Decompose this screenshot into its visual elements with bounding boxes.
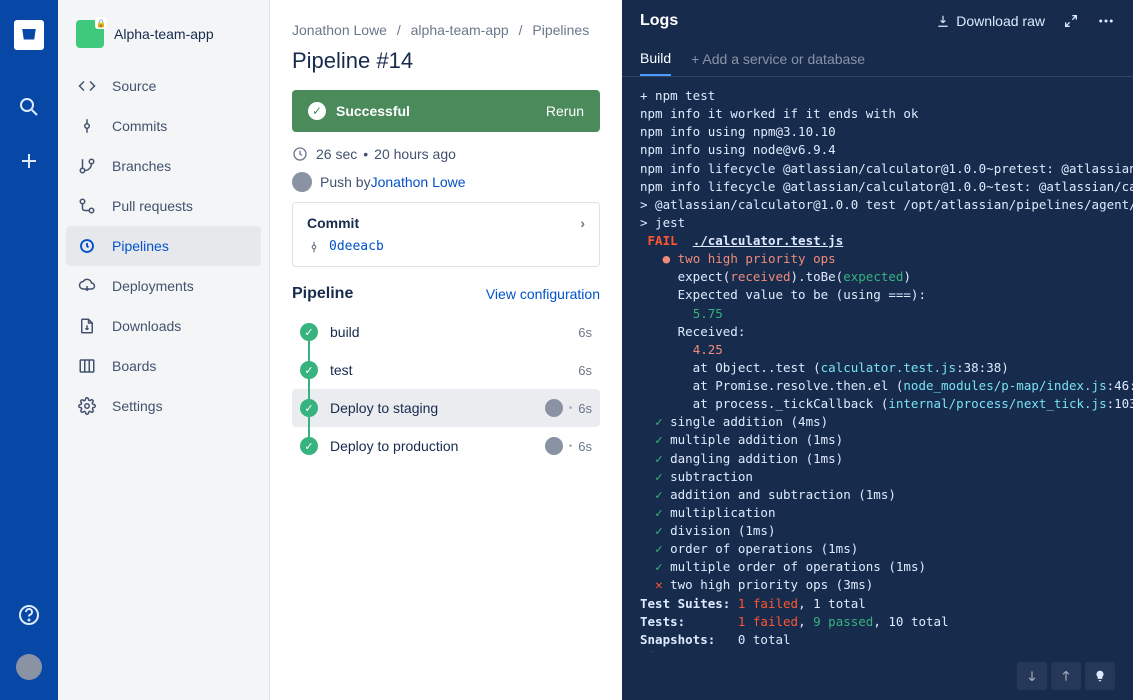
step-name: Deploy to staging — [330, 400, 545, 416]
search-icon[interactable] — [17, 95, 41, 119]
status-bar: ✓ Successful Rerun — [292, 90, 600, 132]
commit-icon — [307, 240, 321, 254]
profile-avatar[interactable] — [16, 654, 42, 680]
clock-icon — [292, 146, 308, 162]
logs-panel: Logs Download raw Build + Add a service … — [622, 0, 1133, 700]
sidebar-item-branches[interactable]: Branches — [58, 146, 269, 186]
expand-icon[interactable] — [1063, 13, 1079, 29]
step-name: build — [330, 324, 578, 340]
chevron-right-icon[interactable]: › — [580, 215, 585, 231]
log-output[interactable]: + npm testnpm info it worked if it ends … — [622, 77, 1133, 652]
lock-badge-icon: 🔒 — [95, 17, 107, 29]
download-raw-button[interactable]: Download raw — [936, 13, 1045, 29]
step-name: Deploy to production — [330, 438, 545, 454]
status-text: Successful — [336, 103, 410, 119]
bulb-button[interactable] — [1085, 662, 1115, 690]
help-icon[interactable] — [17, 603, 41, 627]
sidebar-item-label: Downloads — [112, 318, 181, 334]
author-link[interactable]: Jonathon Lowe — [371, 174, 466, 190]
pipeline-step[interactable]: ✓ test6s — [292, 351, 600, 389]
pull-requests-icon — [76, 195, 98, 217]
downloads-icon — [76, 315, 98, 337]
project-name: Alpha-team-app — [114, 26, 214, 42]
pipeline-steps: ✓build6s✓test6s✓Deploy to staging•6s✓Dep… — [292, 313, 600, 465]
sidebar-item-label: Pipelines — [112, 238, 169, 254]
commit-hash[interactable]: 0deeacb — [329, 239, 384, 254]
commit-card: Commit › 0deeacb — [292, 202, 600, 267]
commit-heading: Commit — [307, 215, 359, 231]
push-by-label: Push by — [320, 174, 371, 190]
add-service-link[interactable]: + Add a service or database — [691, 51, 865, 67]
pipelines-icon — [76, 235, 98, 257]
scroll-up-button[interactable] — [1051, 662, 1081, 690]
project-header[interactable]: 🔒 Alpha-team-app — [58, 20, 269, 66]
step-time: 6s — [578, 325, 592, 340]
step-avatar — [545, 399, 563, 417]
more-icon[interactable] — [1097, 12, 1115, 30]
pipeline-heading: Pipeline — [292, 285, 353, 303]
sidebar-item-label: Pull requests — [112, 198, 193, 214]
pipeline-detail: Jonathon Lowe / alpha-team-app / Pipelin… — [270, 0, 622, 700]
success-check-icon: ✓ — [308, 102, 326, 120]
step-time: 6s — [578, 401, 592, 416]
boards-icon — [76, 355, 98, 377]
step-time: 6s — [578, 363, 592, 378]
step-name: test — [330, 362, 578, 378]
step-success-icon: ✓ — [300, 437, 318, 455]
bitbucket-logo[interactable] — [14, 20, 44, 50]
tab-build[interactable]: Build — [640, 42, 671, 76]
sidebar-item-label: Boards — [112, 358, 156, 374]
scroll-down-button[interactable] — [1017, 662, 1047, 690]
source-icon — [76, 75, 98, 97]
sidebar-item-label: Settings — [112, 398, 163, 414]
download-icon — [936, 14, 950, 28]
sidebar-item-commits[interactable]: Commits — [58, 106, 269, 146]
duration-text: 26 sec — [316, 146, 357, 162]
settings-icon — [76, 395, 98, 417]
step-success-icon: ✓ — [300, 361, 318, 379]
sidebar-item-boards[interactable]: Boards — [58, 346, 269, 386]
commits-icon — [76, 115, 98, 137]
branches-icon — [76, 155, 98, 177]
deployments-icon — [76, 275, 98, 297]
pipeline-step[interactable]: ✓ build6s — [292, 313, 600, 351]
sidebar-item-label: Source — [112, 78, 156, 94]
breadcrumb-repo[interactable]: alpha-team-app — [411, 22, 509, 38]
rerun-button[interactable]: Rerun — [546, 103, 584, 119]
pipeline-step[interactable]: ✓Deploy to production•6s — [292, 427, 600, 465]
breadcrumb-section[interactable]: Pipelines — [532, 22, 589, 38]
project-sidebar: 🔒 Alpha-team-app Source Commits Branches Pu… — [58, 0, 270, 700]
duration-row: 26 sec • 20 hours ago — [292, 146, 600, 162]
step-avatar — [545, 437, 563, 455]
step-time: 6s — [578, 439, 592, 454]
create-icon[interactable] — [17, 149, 41, 173]
view-configuration-link[interactable]: View configuration — [486, 286, 600, 302]
sidebar-item-label: Deployments — [112, 278, 194, 294]
sidebar-item-deployments[interactable]: Deployments — [58, 266, 269, 306]
author-avatar — [292, 172, 312, 192]
sidebar-item-pipelines[interactable]: Pipelines — [66, 226, 261, 266]
pipeline-step[interactable]: ✓Deploy to staging•6s — [292, 389, 600, 427]
breadcrumb-user[interactable]: Jonathon Lowe — [292, 22, 387, 38]
project-icon: 🔒 — [76, 20, 104, 48]
bucket-icon — [20, 26, 38, 44]
page-title: Pipeline #14 — [292, 48, 600, 74]
step-success-icon: ✓ — [300, 399, 318, 417]
step-success-icon: ✓ — [300, 323, 318, 341]
sidebar-item-settings[interactable]: Settings — [58, 386, 269, 426]
global-nav — [0, 0, 58, 700]
sidebar-item-downloads[interactable]: Downloads — [58, 306, 269, 346]
logs-title: Logs — [640, 12, 678, 30]
author-row: Push by Jonathon Lowe — [292, 172, 600, 192]
sidebar-item-label: Commits — [112, 118, 167, 134]
sidebar-item-label: Branches — [112, 158, 171, 174]
sidebar-item-source[interactable]: Source — [58, 66, 269, 106]
sidebar-item-pull-requests[interactable]: Pull requests — [58, 186, 269, 226]
ago-text: 20 hours ago — [374, 146, 456, 162]
breadcrumb: Jonathon Lowe / alpha-team-app / Pipelin… — [292, 22, 600, 38]
